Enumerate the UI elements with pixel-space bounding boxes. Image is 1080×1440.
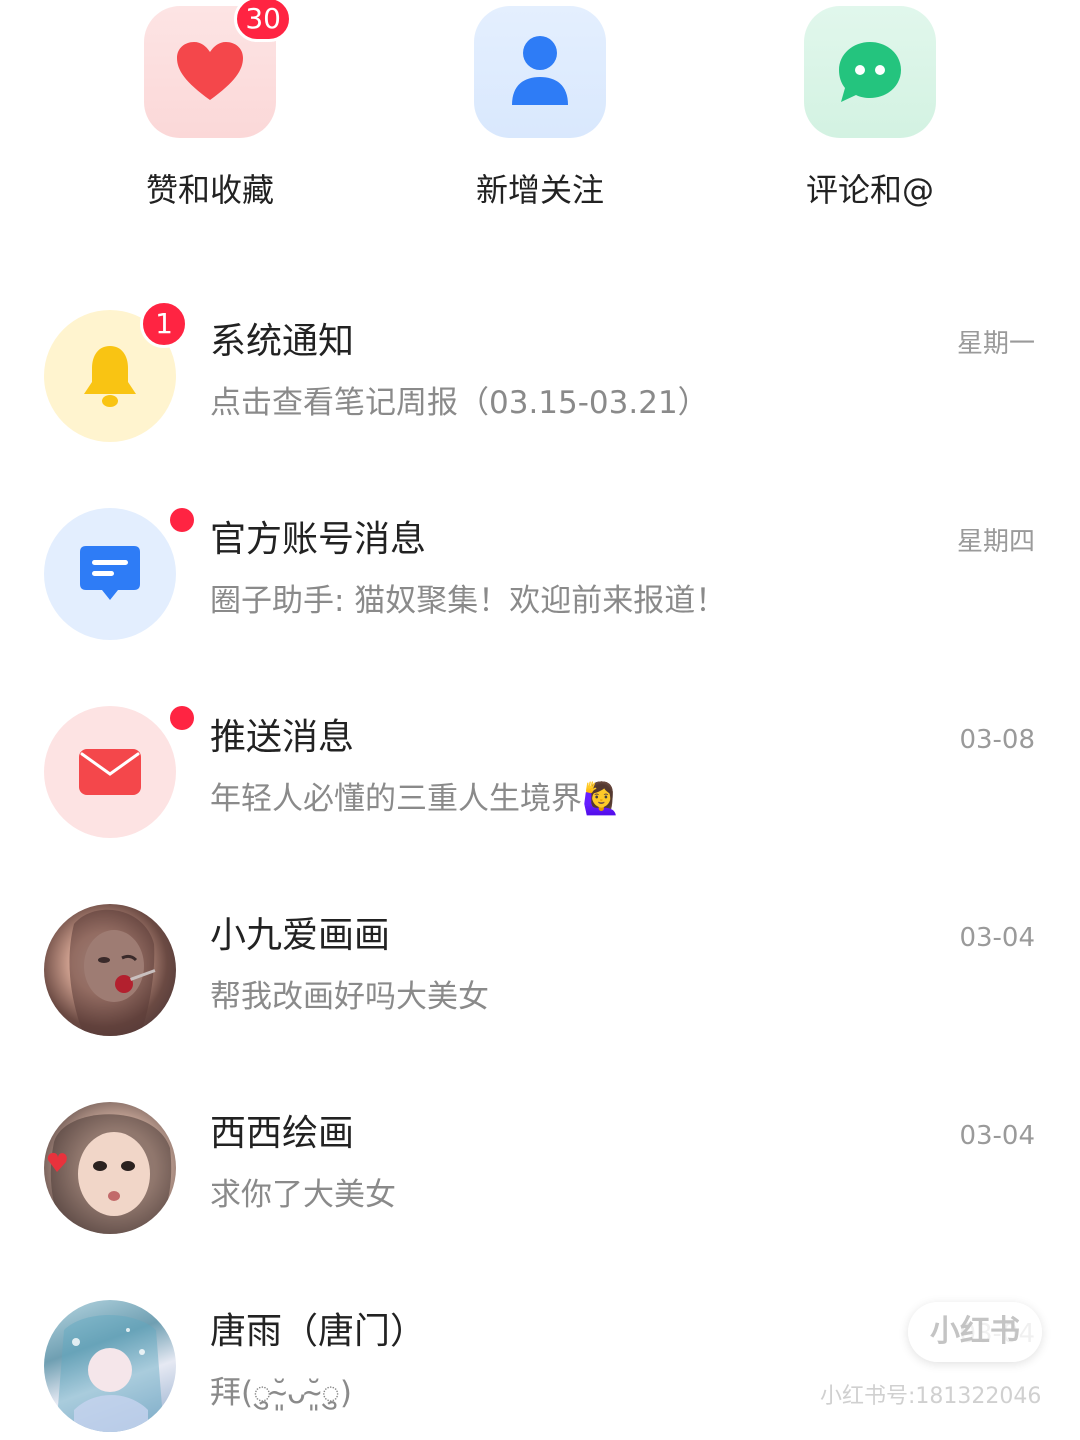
message-title: 推送消息 bbox=[210, 717, 355, 758]
list-item-chat-xiaojiu[interactable]: 小九爱画画 帮我改画好吗大美女 03-04 bbox=[0, 894, 1080, 1092]
watermark-logo: 小红书 bbox=[908, 1302, 1042, 1362]
message-title: 小九爱画画 bbox=[210, 915, 391, 956]
comments-and-mentions-button[interactable]: 评论和@ bbox=[770, 6, 970, 210]
user-avatar bbox=[44, 1102, 176, 1234]
official-account-avatar bbox=[44, 508, 176, 640]
followers-tile bbox=[474, 6, 606, 138]
chat-bubble-icon bbox=[839, 42, 901, 102]
list-item-chat-xixi[interactable]: 西西绘画 求你了大美女 03-04 bbox=[0, 1092, 1080, 1290]
likes-and-collections-button[interactable]: 30 赞和收藏 bbox=[110, 0, 310, 210]
mail-icon bbox=[79, 749, 141, 795]
message-preview: 拜(ु˘̴͈ᴗ˘̴͈ु) bbox=[210, 1375, 352, 1411]
comments-label: 评论和@ bbox=[805, 171, 934, 209]
message-title: 西西绘画 bbox=[210, 1113, 355, 1154]
likes-tile: 30 bbox=[144, 0, 292, 138]
unread-count-badge: 1 bbox=[140, 300, 188, 348]
portrait-photo bbox=[47, 1114, 172, 1234]
anime-illustration bbox=[56, 1315, 164, 1432]
portrait-illustration bbox=[69, 909, 156, 1036]
person-icon bbox=[512, 36, 568, 105]
user-avatar bbox=[44, 904, 176, 1036]
list-item-push-message[interactable]: 推送消息 年轻人必懂的三重人生境界🙋‍♀️ 03-08 bbox=[0, 696, 1080, 894]
list-item-official-account[interactable]: 官方账号消息 圈子助手: 猫奴聚集！欢迎前来报道！ 星期四 bbox=[0, 498, 1080, 696]
comments-tile bbox=[804, 6, 936, 138]
likes-label: 赞和收藏 bbox=[145, 171, 274, 209]
chat-message-icon bbox=[80, 546, 140, 600]
quick-actions: 30 赞和收藏 新增关注 评论和@ bbox=[0, 0, 1080, 240]
heart-icon bbox=[177, 42, 243, 100]
unread-dot bbox=[170, 508, 194, 532]
message-preview: 圈子助手: 猫奴聚集！欢迎前来报道！ bbox=[210, 583, 727, 619]
watermark-id: 小红书号:181322046 bbox=[820, 1384, 1042, 1409]
message-time: 星期四 bbox=[956, 527, 1035, 557]
message-list: 1 系统通知 点击查看笔记周报（03.15-03.21） 星期一 官方账号消息 … bbox=[0, 300, 1080, 1440]
message-preview: 求你了大美女 bbox=[210, 1177, 396, 1213]
followers-label: 新增关注 bbox=[475, 171, 604, 209]
message-preview: 年轻人必懂的三重人生境界🙋‍♀️ bbox=[210, 781, 621, 817]
list-item-system-notice[interactable]: 1 系统通知 点击查看笔记周报（03.15-03.21） 星期一 bbox=[0, 300, 1080, 498]
user-avatar bbox=[44, 1300, 176, 1432]
bell-icon bbox=[84, 346, 136, 407]
new-followers-button[interactable]: 新增关注 bbox=[440, 6, 640, 210]
messages-page: 30 赞和收藏 新增关注 评论和@ 1 系统通知 点击查看笔记周报（03.15-… bbox=[0, 0, 1080, 1440]
message-time: 星期一 bbox=[956, 329, 1035, 359]
push-message-avatar bbox=[44, 706, 176, 838]
message-time: 03-08 bbox=[959, 725, 1035, 755]
message-time: 03-04 bbox=[959, 1121, 1035, 1151]
message-title: 唐雨（唐门） bbox=[210, 1311, 427, 1352]
message-time: 03-04 bbox=[959, 923, 1035, 953]
unread-dot bbox=[170, 706, 194, 730]
message-title: 官方账号消息 bbox=[210, 519, 427, 560]
message-preview: 帮我改画好吗大美女 bbox=[210, 979, 489, 1015]
message-preview: 点击查看笔记周报（03.15-03.21） bbox=[210, 385, 709, 421]
message-title: 系统通知 bbox=[210, 321, 355, 362]
likes-count-badge: 30 bbox=[234, 0, 292, 42]
